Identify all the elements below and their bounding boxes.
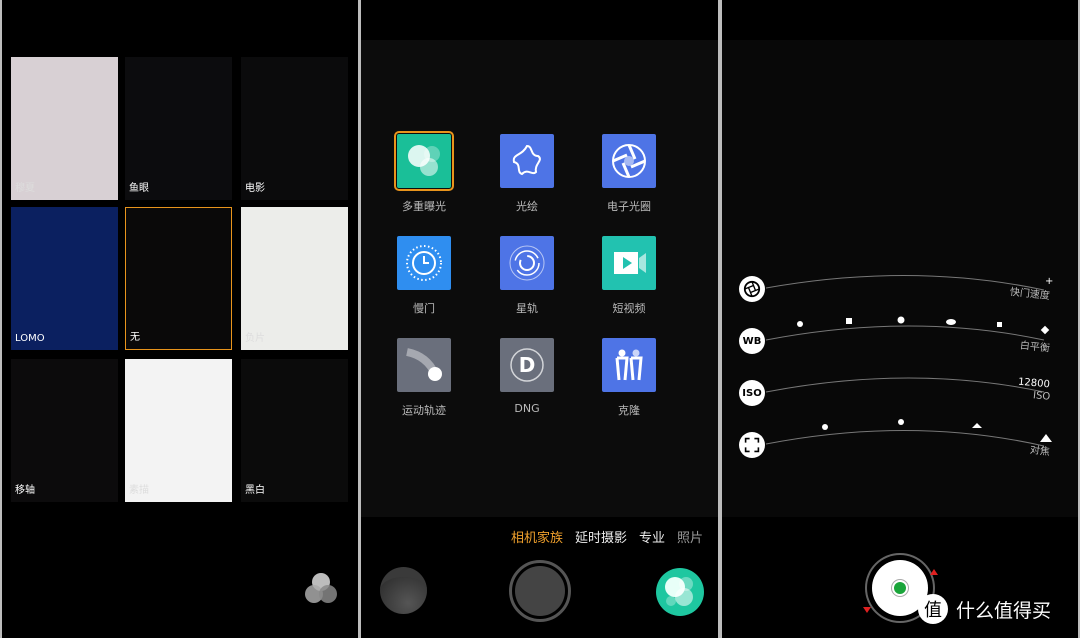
tab-camera-family[interactable]: 相机家族 [511, 531, 563, 546]
filter-tile[interactable]: 鱼眼 [125, 57, 232, 200]
pro-sliders[interactable] [722, 0, 1078, 520]
mode-short-video[interactable]: 短视频 [589, 236, 669, 316]
tab-pro[interactable]: 专业 [639, 531, 665, 546]
filter-tile[interactable]: LOMO [11, 207, 118, 350]
macro-flower-icon [822, 424, 828, 430]
light-painting-icon [500, 134, 554, 188]
filter-label: 鱼眼 [129, 183, 149, 194]
filter-label: 穆夏 [15, 183, 35, 194]
focus-button[interactable] [739, 432, 765, 458]
shade-icon [997, 322, 1002, 327]
white-balance-button[interactable]: WB [739, 328, 765, 354]
filter-label: 电影 [245, 183, 265, 194]
camera-family-panel: 多重曝光 光绘 电子光圈慢门 星轨 短视频运动轨迹 D DNG 克隆 相机家族 延时摄影 专业 照片 [361, 0, 718, 638]
mode-label: 慢门 [413, 302, 435, 315]
filter-panel: 穆夏 鱼眼 电影 LOMO 无 负片移轴 素描 黑白 [2, 0, 358, 638]
arrow-down-icon[interactable] [863, 607, 871, 613]
person-icon [898, 419, 904, 425]
mountain-icon [1040, 434, 1052, 442]
mode-label: 星轨 [516, 302, 538, 315]
sun-icon [897, 316, 905, 324]
svg-text:D: D [519, 353, 536, 377]
filter-tile[interactable]: 素描 [125, 359, 232, 502]
motion-trail-icon [397, 338, 451, 392]
multi-exposure-icon [665, 577, 693, 606]
mode-dng[interactable]: D DNG [487, 338, 567, 415]
arrow-up-icon[interactable] [930, 569, 938, 575]
iso-label: ISO [1032, 390, 1051, 403]
focus-frame-icon [744, 437, 760, 453]
mode-label: 多重曝光 [402, 200, 446, 213]
filter-tile[interactable]: 负片 [241, 207, 348, 350]
shutter-button[interactable] [509, 560, 571, 622]
cloud-icon [946, 319, 956, 325]
filter-label: 无 [130, 332, 140, 343]
gallery-thumbnail[interactable] [380, 567, 427, 614]
star-trail-icon [500, 236, 554, 290]
filter-tile[interactable]: 电影 [241, 57, 348, 200]
mode-star-trail[interactable]: 星轨 [487, 236, 567, 316]
filter-tile[interactable]: 无 [125, 207, 232, 350]
mode-multi-exposure[interactable]: 多重曝光 [384, 131, 464, 214]
multi-exposure-icon [394, 131, 454, 191]
filter-label: 移轴 [15, 485, 35, 496]
watermark-logo: 值 什么值得买 [918, 594, 1051, 624]
mode-motion-trail[interactable]: 运动轨迹 [384, 338, 464, 418]
filter-tile[interactable]: 移轴 [11, 359, 118, 502]
iso-button[interactable]: ISO [739, 380, 765, 406]
house-icon [972, 423, 982, 428]
tab-photo[interactable]: 照片 [677, 531, 703, 546]
mode-aperture[interactable]: 电子光圈 [589, 134, 669, 214]
focus-label: 对焦 [1029, 444, 1051, 459]
mode-label: DNG [514, 402, 540, 415]
mode-tabs: 相机家族 延时摄影 专业 照片 [511, 527, 715, 546]
mode-slow-shutter[interactable]: 慢门 [384, 236, 464, 316]
mode-label: 电子光圈 [607, 200, 651, 213]
aperture-icon [602, 134, 656, 188]
short-video-icon [602, 236, 656, 290]
filter-tile[interactable]: 黑白 [241, 359, 348, 502]
record-indicator [894, 582, 906, 594]
flash-icon [1040, 325, 1050, 335]
slow-shutter-icon [397, 236, 451, 290]
mode-label: 短视频 [612, 302, 646, 315]
mode-label: 光绘 [516, 200, 538, 213]
filter-label: 素描 [129, 485, 149, 496]
mode-light-painting[interactable]: 光绘 [487, 134, 567, 214]
multi-exposure-mode-button[interactable] [656, 568, 704, 616]
filter-label: 黑白 [245, 485, 265, 496]
shutter-speed-button[interactable] [739, 276, 765, 302]
filter-tile[interactable]: 穆夏 [11, 57, 118, 200]
mode-label: 运动轨迹 [402, 404, 446, 417]
mode-clone[interactable]: 克隆 [589, 338, 669, 418]
filter-label: 负片 [245, 333, 265, 344]
mode-label: 克隆 [618, 404, 640, 417]
clone-icon [602, 338, 656, 392]
pro-mode-panel: + 快门速度 WB 白平衡 ISO 12800 ISO 对焦 值 什么值得买 [722, 0, 1078, 638]
white-balance-label: 白平衡 [1019, 340, 1051, 355]
aperture-icon [743, 280, 761, 298]
dng-icon: D [500, 338, 554, 392]
tab-timelapse[interactable]: 延时摄影 [575, 531, 627, 546]
bulb-icon [797, 321, 803, 327]
filter-label: LOMO [15, 333, 45, 344]
fluorescent-icon [846, 318, 852, 324]
filters-icon[interactable] [302, 570, 340, 608]
